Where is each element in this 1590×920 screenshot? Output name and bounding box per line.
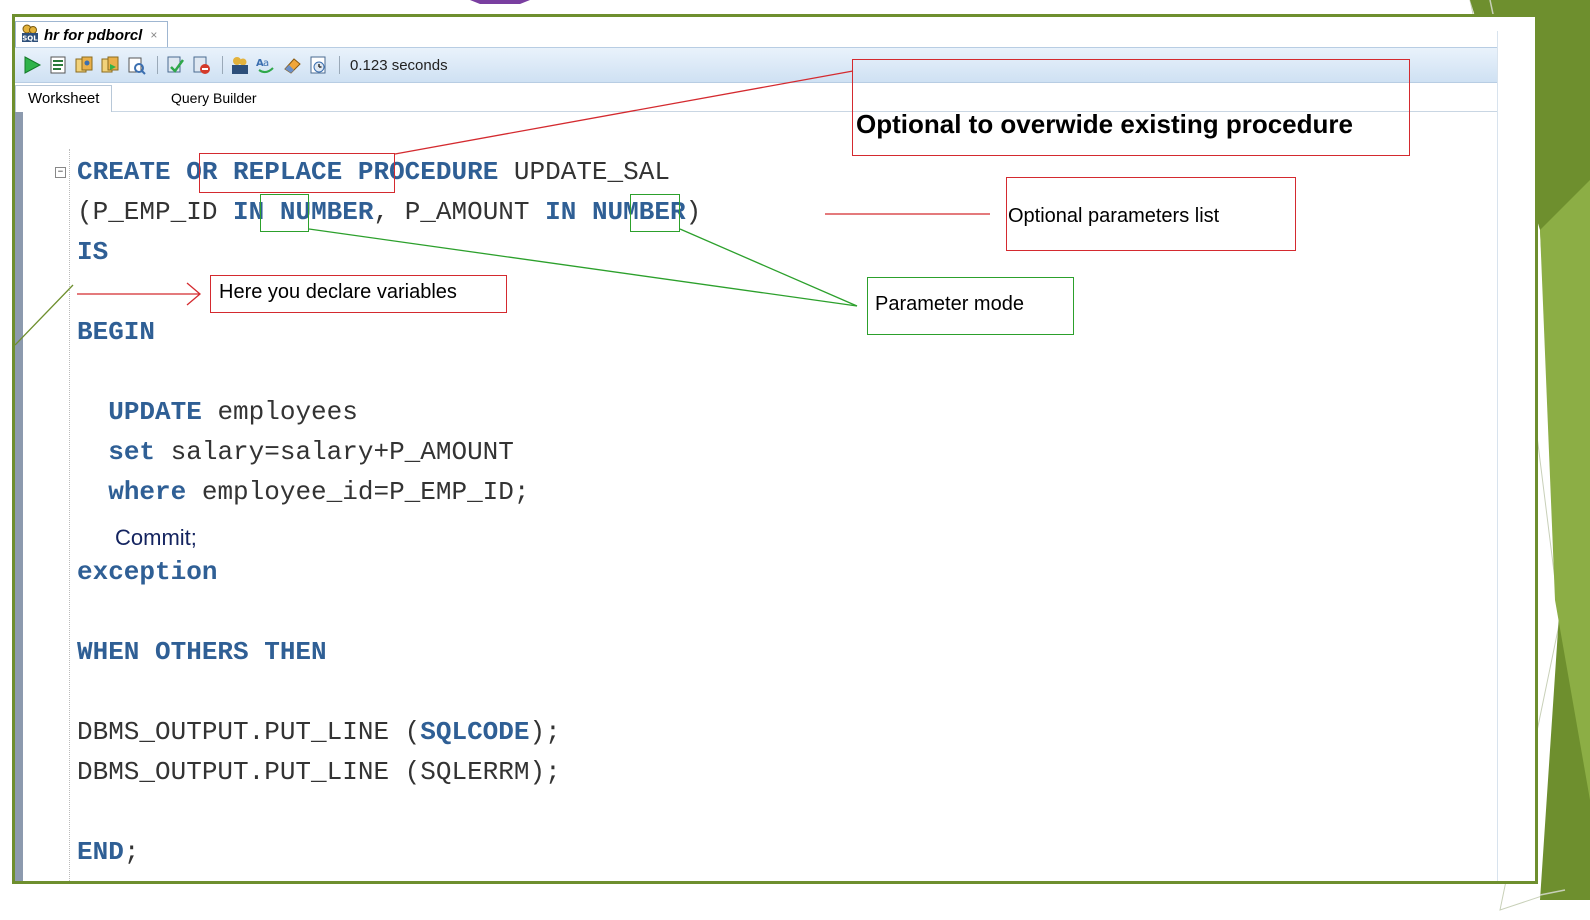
code-line-11[interactable]: exception (77, 557, 217, 587)
clear-eraser-icon[interactable] (281, 54, 303, 76)
param-open: (P_EMP_ID (77, 197, 234, 227)
toolbar-separator (222, 56, 223, 74)
code-line-2[interactable]: (P_EMP_ID IN NUMBER, P_AMOUNT IN NUMBER) (77, 197, 701, 227)
keyword-begin: BEGIN (77, 317, 156, 347)
sql-tuning-icon[interactable] (125, 54, 147, 76)
procedure-name: UPDATE_SAL (513, 157, 670, 187)
in-mode-highlight-box-1 (260, 194, 309, 232)
close-tab-icon[interactable]: × (150, 28, 157, 42)
commit-icon[interactable] (164, 54, 186, 76)
code-text: employee_id=P_EMP_ID; (186, 477, 530, 507)
keyword-set: set (108, 437, 156, 467)
keyword-create: CREATE (77, 157, 171, 187)
code-line-16[interactable]: DBMS_OUTPUT.PUT_LINE (SQLERRM); (77, 757, 561, 787)
mode-callout-text: Parameter mode (875, 293, 1024, 315)
code-line-3[interactable]: IS (77, 237, 108, 267)
editor-right-margin (1497, 31, 1535, 881)
svg-text:SQL: SQL (22, 34, 38, 42)
code-text: ); (529, 717, 561, 747)
keyword-in: IN (545, 197, 577, 227)
code-text: DBMS_OUTPUT.PUT_LINE (SQLERRM); (77, 757, 561, 787)
tab-query-builder[interactable]: Query Builder (161, 85, 267, 111)
document-tab-bar: SQL hr for pdborcl × (15, 17, 1535, 48)
to-upper-lower-icon[interactable]: Aa (255, 54, 277, 76)
sql-worksheet-window: SQL hr for pdborcl × A a 0.123 seconds W… (12, 14, 1538, 884)
line-indent-guide (69, 149, 70, 881)
worksheet-document-tab[interactable]: SQL hr for pdborcl × (15, 21, 169, 48)
fold-toggle-icon[interactable]: − (55, 167, 66, 178)
code-line-18[interactable]: END; (77, 837, 139, 867)
code-text: DBMS_OUTPUT.PUT_LINE ( (77, 717, 421, 747)
toolbar-separator (339, 56, 340, 74)
code-line-13[interactable]: WHEN OTHERS THEN (77, 637, 327, 667)
keyword-exception: exception (77, 557, 218, 587)
run-statement-icon[interactable] (21, 54, 43, 76)
commit-statement: Commit; (115, 525, 197, 550)
keyword-when-others-then: WHEN OTHERS THEN (77, 637, 327, 667)
sql-history-icon[interactable] (229, 54, 251, 76)
toolbar-separator (157, 56, 158, 74)
overwide-callout-text: Optional to overwide existing procedure (856, 109, 1353, 139)
editor-gutter (15, 112, 23, 881)
svg-text:a: a (263, 58, 269, 69)
keyword-end: END (77, 837, 124, 867)
keyword-update: UPDATE (108, 397, 202, 427)
param-mid: , P_AMOUNT (373, 197, 546, 227)
in-mode-highlight-box-2 (630, 194, 680, 232)
document-tab-label: hr for pdborcl (44, 26, 143, 44)
keyword-sqlcode: SQLCODE (420, 717, 530, 747)
keyword-where: where (108, 477, 187, 507)
code-text: salary=salary+P_AMOUNT (155, 437, 514, 467)
param-close: ) (685, 197, 702, 227)
code-text: employees (201, 397, 358, 427)
tab-worksheet[interactable]: Worksheet (15, 85, 113, 112)
code-line-8[interactable]: set salary=salary+P_AMOUNT (77, 437, 514, 467)
code-text: ; (123, 837, 140, 867)
sql-connection-icon: SQL (20, 23, 40, 48)
code-line-9[interactable]: where employee_id=P_EMP_ID; (77, 477, 530, 507)
overwide-callout-box (852, 59, 1410, 156)
code-line-15[interactable]: DBMS_OUTPUT.PUT_LINE (SQLCODE); (77, 717, 561, 747)
params-callout-text: Optional parameters list (1008, 205, 1220, 227)
elapsed-time: 0.123 seconds (350, 56, 448, 74)
keyword-is: IS (77, 237, 109, 267)
declare-callout-text: Here you declare variables (219, 281, 457, 303)
explain-plan-icon[interactable] (99, 54, 121, 76)
or-replace-highlight-box (199, 153, 395, 193)
autotrace-icon[interactable] (73, 54, 95, 76)
rollback-icon[interactable] (190, 54, 212, 76)
sql-history-clock-icon[interactable] (307, 54, 329, 76)
run-script-icon[interactable] (47, 54, 69, 76)
code-line-5[interactable]: BEGIN (77, 317, 155, 347)
code-line-7[interactable]: UPDATE employees (77, 397, 358, 427)
